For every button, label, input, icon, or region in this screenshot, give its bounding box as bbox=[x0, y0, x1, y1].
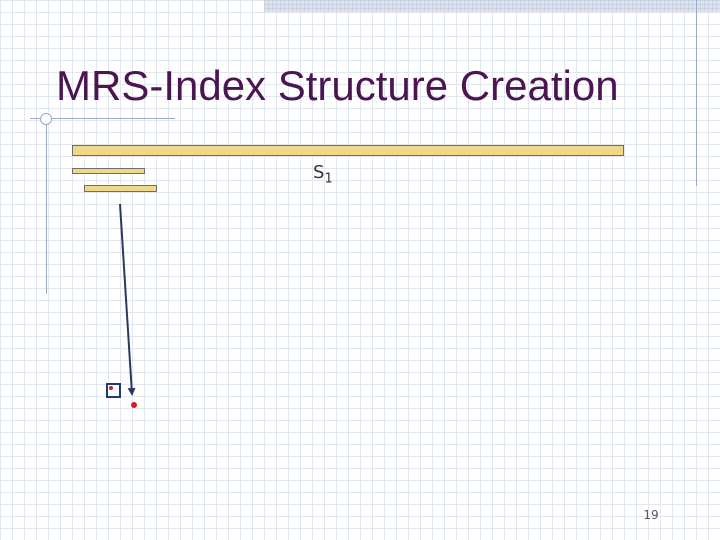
mapping-arrow bbox=[119, 203, 136, 396]
mbr-corner-point bbox=[109, 386, 113, 390]
mapping-diagram bbox=[106, 203, 137, 408]
mbr-box bbox=[106, 383, 121, 398]
mapped-point bbox=[131, 402, 137, 408]
page-number: 19 bbox=[643, 508, 659, 522]
